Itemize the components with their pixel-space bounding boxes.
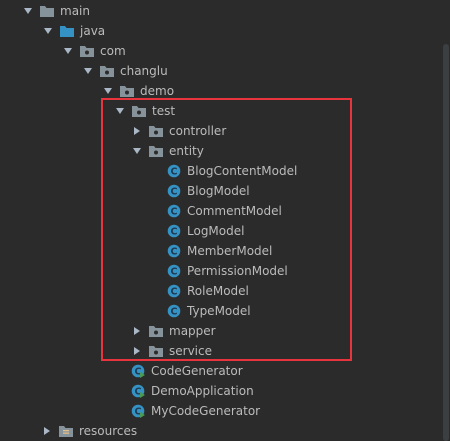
svg-text:C: C: [171, 267, 178, 278]
tree-node-label: CodeGenerator: [151, 364, 243, 378]
package-icon: [149, 124, 163, 138]
package-icon: [149, 144, 163, 158]
class-icon: C: [167, 184, 181, 198]
tree-node-label: changlu: [120, 64, 168, 78]
class-icon: C: [167, 264, 181, 278]
chevron-down-icon[interactable]: [82, 65, 94, 77]
svg-text:C: C: [171, 287, 178, 298]
tree-node-logmodel[interactable]: C LogModel: [0, 221, 440, 241]
svg-text:C: C: [171, 167, 178, 178]
tree-node-label: PermissionModel: [187, 264, 288, 278]
project-tree: main java com changlu demo test controller enti…: [0, 0, 450, 441]
tree-node-blogcontentmodel[interactable]: C BlogContentModel: [0, 161, 440, 181]
tree-node-label: RoleModel: [187, 284, 249, 298]
class-icon: C: [167, 284, 181, 298]
tree-node-com[interactable]: com: [0, 41, 440, 61]
class-icon: C: [167, 244, 181, 258]
class-icon: C: [167, 164, 181, 178]
tree-node-label: main: [60, 4, 90, 18]
class-icon: C: [167, 224, 181, 238]
tree-node-label: mapper: [169, 324, 216, 338]
tree-node-label: LogModel: [187, 224, 245, 238]
tree-node-codegenerator[interactable]: C CodeGenerator: [0, 361, 440, 381]
chevron-right-icon[interactable]: [131, 325, 143, 337]
folder-icon: [59, 424, 73, 438]
svg-text:C: C: [171, 307, 178, 318]
folder-icon: [40, 4, 54, 18]
tree-node-service[interactable]: service: [0, 341, 440, 361]
class-icon: C: [131, 384, 145, 398]
tree-node-demoapplication[interactable]: C DemoApplication: [0, 381, 440, 401]
tree-node-changlu[interactable]: changlu: [0, 61, 440, 81]
tree-node-commentmodel[interactable]: C CommentModel: [0, 201, 440, 221]
tree-node-label: service: [169, 344, 212, 358]
tree-node-permissionmodel[interactable]: C PermissionModel: [0, 261, 440, 281]
svg-text:C: C: [171, 207, 178, 218]
package-icon: [120, 84, 134, 98]
svg-text:C: C: [171, 187, 178, 198]
tree-node-typemodel[interactable]: C TypeModel: [0, 301, 440, 321]
tree-node-label: DemoApplication: [151, 384, 254, 398]
tree-node-test[interactable]: test: [0, 101, 440, 121]
svg-text:C: C: [171, 247, 178, 258]
chevron-down-icon[interactable]: [42, 25, 54, 37]
chevron-right-icon[interactable]: [131, 345, 143, 357]
tree-node-membermodel[interactable]: C MemberModel: [0, 241, 440, 261]
chevron-down-icon[interactable]: [114, 105, 126, 117]
tree-node-label: entity: [169, 144, 204, 158]
package-icon: [149, 344, 163, 358]
tree-node-resources[interactable]: resources: [0, 421, 440, 441]
tree-node-label: TypeModel: [187, 304, 251, 318]
class-icon: C: [131, 364, 145, 378]
tree-node-rolemodel[interactable]: C RoleModel: [0, 281, 440, 301]
chevron-down-icon[interactable]: [22, 5, 34, 17]
folder-icon: [60, 24, 74, 38]
class-icon: C: [131, 404, 145, 418]
chevron-down-icon[interactable]: [102, 85, 114, 97]
scrollbar-track[interactable]: [442, 0, 450, 441]
tree-node-label: BlogContentModel: [187, 164, 298, 178]
tree-node-label: demo: [140, 84, 175, 98]
tree-node-label: CommentModel: [187, 204, 282, 218]
package-icon: [132, 104, 146, 118]
tree-node-label: MyCodeGenerator: [151, 404, 261, 418]
chevron-down-icon[interactable]: [62, 45, 74, 57]
tree-node-mapper[interactable]: mapper: [0, 321, 440, 341]
tree-node-java[interactable]: java: [0, 21, 440, 41]
package-icon: [80, 44, 94, 58]
scrollbar-thumb[interactable]: [443, 44, 449, 441]
chevron-right-icon[interactable]: [131, 125, 143, 137]
tree-node-label: controller: [169, 124, 227, 138]
tree-node-label: resources: [79, 424, 138, 438]
package-icon: [100, 64, 114, 78]
tree-node-label: java: [80, 24, 106, 38]
tree-node-mycodegenerator[interactable]: C MyCodeGenerator: [0, 401, 440, 421]
chevron-down-icon[interactable]: [131, 145, 143, 157]
tree-node-label: com: [100, 44, 126, 58]
class-icon: C: [167, 204, 181, 218]
tree-node-label: BlogModel: [187, 184, 250, 198]
tree-node-label: test: [152, 104, 176, 118]
tree-node-controller[interactable]: controller: [0, 121, 440, 141]
tree-node-entity[interactable]: entity: [0, 141, 440, 161]
tree-node-blogmodel[interactable]: C BlogModel: [0, 181, 440, 201]
svg-text:C: C: [171, 227, 178, 238]
tree-node-demo[interactable]: demo: [0, 81, 440, 101]
class-icon: C: [167, 304, 181, 318]
package-icon: [149, 324, 163, 338]
tree-node-main[interactable]: main: [0, 1, 440, 21]
tree-node-label: MemberModel: [187, 244, 273, 258]
chevron-right-icon[interactable]: [41, 425, 53, 437]
